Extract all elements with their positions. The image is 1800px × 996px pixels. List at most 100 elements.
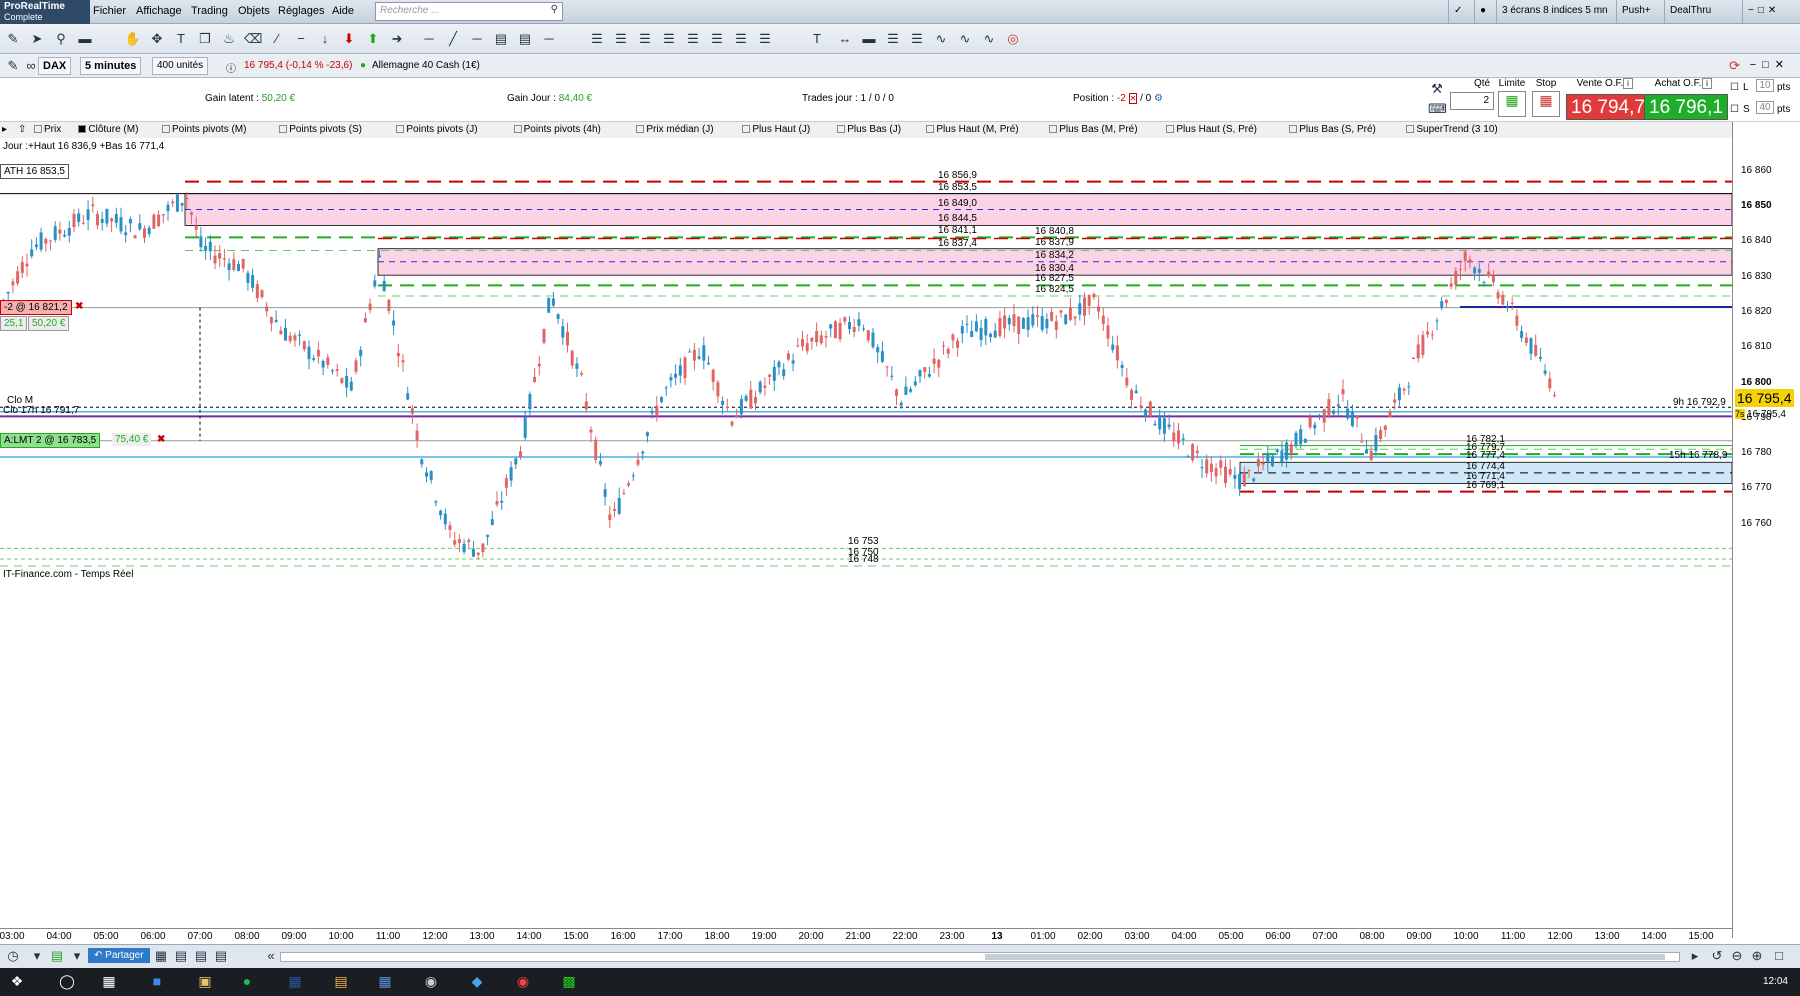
arrow-up-green-icon[interactable]: ⬆ [364,30,382,48]
clock-icon[interactable]: ◷ [4,947,22,965]
hand-icon[interactable]: ✋ [124,30,142,48]
indicator-checkbox[interactable] [1166,125,1175,133]
indicator-checkbox[interactable] [396,125,405,133]
indicator-checkbox[interactable] [926,125,935,133]
chart2-icon[interactable]: ▤ [172,947,190,965]
indicator-toggle[interactable]: Plus Bas (J) [837,124,901,135]
indicator-toggle[interactable]: Plus Haut (S, Pré) [1166,124,1257,135]
search-icon[interactable]: ⚲ [551,4,558,15]
order-close-icon[interactable]: ✖ [154,433,168,446]
explorer-icon[interactable]: ▤ [330,973,352,993]
text-icon[interactable]: T [172,30,190,48]
search-input[interactable]: Recherche ... ⚲ [375,2,563,21]
spotify-icon[interactable]: ● [236,973,258,993]
share-button[interactable]: ↶ Partager [88,948,150,963]
menu-reglages[interactable]: Réglages [278,5,324,17]
indicator-toggle[interactable]: Points pivots (J) [396,124,478,135]
layout-selector[interactable]: 3 écrans 8 indices 5 mn [1496,0,1613,24]
menu-aide[interactable]: Aide [332,5,354,17]
indicator-toggle[interactable]: Plus Bas (M, Pré) [1049,124,1138,135]
hline-icon[interactable]: ─ [420,30,438,48]
ind-arrow-icon[interactable]: ▸ [2,124,7,135]
cursor-icon[interactable]: ➤ [28,30,46,48]
long-checkbox[interactable]: ☐ [1730,82,1739,93]
chart4-icon[interactable]: ▤ [212,947,230,965]
wrench-icon[interactable]: ⚒ [1428,80,1446,98]
wave2-icon[interactable]: ∿ [956,30,974,48]
window-controls[interactable]: −□✕ [1742,0,1800,24]
fib5-icon[interactable]: ☰ [684,30,702,48]
short-pts-input[interactable]: 40 [1756,101,1774,114]
info-icon[interactable]: ⓘ [226,60,236,75]
ind-up-icon[interactable]: ⇧ [18,124,26,135]
indicator-checkbox[interactable] [162,125,170,133]
indicator-toggle[interactable]: Prix médian (J) [636,124,714,135]
trash-icon[interactable]: ⌫ [244,30,262,48]
achat-info-icon[interactable]: i [1702,78,1712,89]
chart-app-icon[interactable]: ▩ [558,973,580,993]
indicator-checkbox[interactable] [837,125,846,133]
target-icon[interactable]: ◎ [1004,30,1022,48]
paint-icon[interactable]: ◉ [420,973,442,993]
word-icon[interactable]: ▦ [284,973,306,993]
move-icon[interactable]: ✥ [148,30,166,48]
scroll-left-icon[interactable]: « [262,947,280,965]
fib7-icon[interactable]: ☰ [732,30,750,48]
sell-button[interactable]: 16 794,7 [1566,94,1650,120]
measure-icon[interactable]: ↔ [836,30,854,48]
pencil-icon[interactable]: ✎ [4,30,22,48]
fib6-icon[interactable]: ☰ [708,30,726,48]
copy-icon[interactable]: ❐ [196,30,214,48]
menu-fichier[interactable]: Fichier [93,5,126,17]
indicator-checkbox[interactable] [279,125,288,133]
indicator-toggle[interactable]: Plus Bas (S, Pré) [1289,124,1376,135]
indicator-toggle[interactable]: Prix [34,124,61,135]
refresh-icon[interactable]: ⟳ [1729,58,1740,74]
chrome-icon[interactable]: ◉ [512,973,534,993]
stop-order-button[interactable]: ▦ [1532,91,1560,117]
zoom-in-icon[interactable]: ⊕ [1748,947,1766,965]
price-axis[interactable]: 16 860 16 850 16 840 16 830 16 820 16 810 16 8… [1732,122,1800,938]
hline2-icon[interactable]: ─ [468,30,486,48]
levels2-icon[interactable]: ☰ [908,30,926,48]
channel-icon[interactable]: ▤ [492,30,510,48]
units-selector[interactable]: 400 unités [152,57,209,75]
zoom-icon[interactable]: ⚲ [52,30,70,48]
hline3-icon[interactable]: ─ [540,30,558,48]
period-selector[interactable]: 5 minutes [80,57,142,75]
bell-icon[interactable]: ♨ [220,30,238,48]
line-icon[interactable]: ∕ [268,30,286,48]
edit-icon[interactable]: ✎ [4,57,22,75]
chart-type-icon[interactable]: ▤ [48,947,66,965]
folder-icon[interactable]: ▣ [194,973,216,993]
instrument-selector[interactable]: DAX [38,57,72,75]
menu-trading[interactable]: Trading [191,5,228,17]
arrow-down-red-icon[interactable]: ⬇ [340,30,358,48]
wave-icon[interactable]: ∿ [932,30,950,48]
prorealtime-app-icon[interactable]: ■ [146,973,168,993]
fit-icon[interactable]: □ [1770,947,1788,965]
levels-icon[interactable]: ☰ [884,30,902,48]
settings-icon[interactable]: ⚙ [1154,93,1163,104]
menu-objets[interactable]: Objets [238,5,270,17]
order-tag[interactable]: A:LMT 2 @ 16 783,5 [0,432,101,448]
dealthru-button[interactable]: DealThru [1664,0,1716,24]
fib8-icon[interactable]: ☰ [756,30,774,48]
indicator-toggle[interactable]: Points pivots (S) [279,124,362,135]
long-pts-input[interactable]: 10 [1756,79,1774,92]
indicator-toggle[interactable]: Points pivots (4h) [513,124,601,135]
zoom-out-icon[interactable]: ⊖ [1728,947,1746,965]
ruler-icon[interactable]: ▬ [76,30,94,48]
channel2-icon[interactable]: ▤ [516,30,534,48]
indicator-toggle[interactable]: Plus Haut (M, Pré) [926,124,1019,135]
indicator-checkbox[interactable] [78,125,87,133]
indicator-checkbox[interactable] [34,125,42,133]
text-box-icon[interactable]: T [808,30,826,48]
indicator-checkbox[interactable] [1289,125,1298,133]
dropdown2-icon[interactable]: ▾ [68,947,86,965]
close-position-icon[interactable]: ✕ [1128,93,1138,104]
indicator-checkbox[interactable] [742,125,751,133]
reset-zoom-icon[interactable]: ↺ [1708,947,1726,965]
time-axis[interactable]: 03:00 04:00 05:00 06:00 07:00 08:00 09:00 10:00… [0,928,1732,944]
windows-start-icon[interactable]: ❖ [6,973,28,993]
